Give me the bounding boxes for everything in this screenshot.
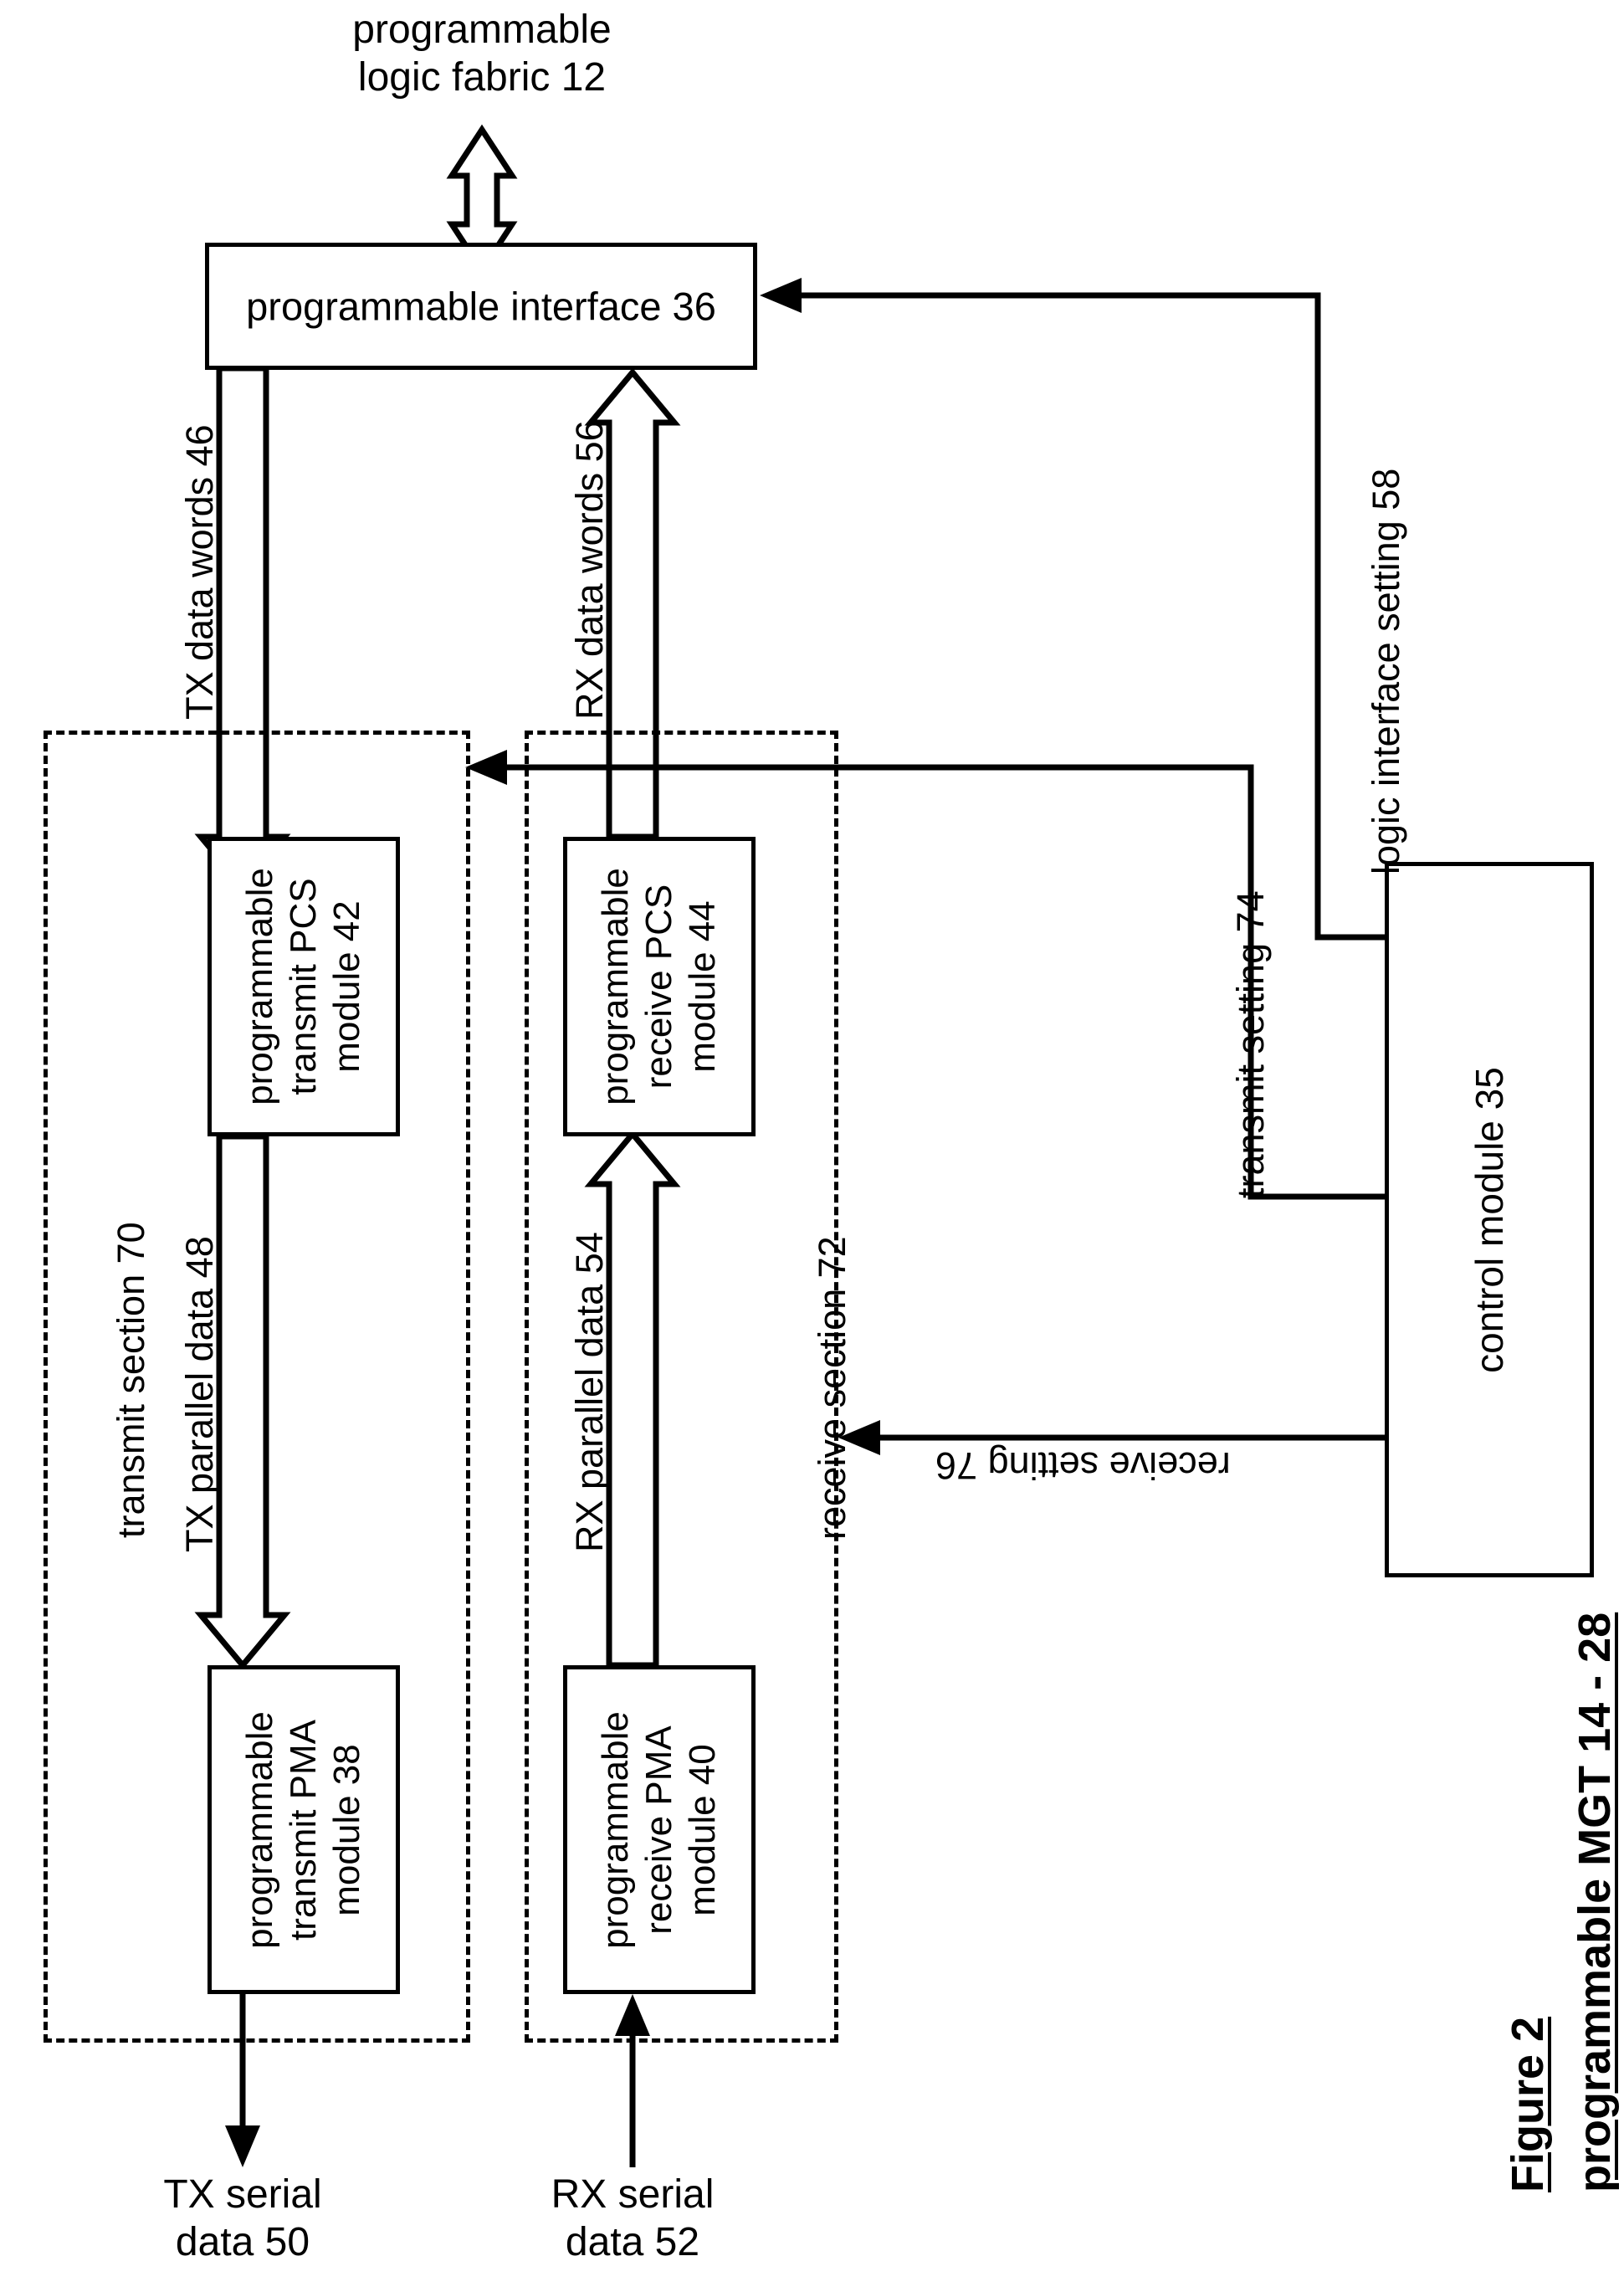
rx-data-words-label: RX data words 56 — [568, 420, 611, 720]
tx-parallel-data-label: TX parallel data 48 — [178, 1236, 221, 1552]
rx-parallel-data-label: RX parallel data 54 — [568, 1232, 611, 1552]
wire-logic-interface-setting — [782, 292, 1385, 941]
transmit-pma-box[interactable]: programmable transmit PMA module 38 — [207, 1665, 400, 1994]
tx-data-words-label: TX data words 46 — [178, 424, 221, 720]
receive-pma-label: programmable receive PMA module 40 — [595, 1710, 723, 1949]
logic-interface-setting-label: logic interface setting 58 — [1365, 468, 1407, 874]
figure-caption-line-1: Figure 2 — [1503, 2016, 1553, 2192]
transmit-setting-label: transmit setting 74 — [1229, 890, 1272, 1198]
receive-pcs-label: programmable receive PCS module 44 — [595, 868, 723, 1105]
transmit-pma-label: programmable transmit PMA module 38 — [239, 1710, 367, 1949]
receive-section-label: receive section 72 — [811, 1236, 853, 1540]
patent-figure-page: programmable interface 36 programmable t… — [0, 0, 1624, 2292]
transmit-pcs-box[interactable]: programmable transmit PCS module 42 — [207, 837, 400, 1136]
programmable-interface-label: programmable interface 36 — [246, 284, 716, 329]
figure-caption-line-2: programmable MGT 14 - 28 — [1570, 1612, 1620, 2192]
arrowhead-tx-serial-data — [225, 2125, 260, 2167]
transmit-section-label: transmit section 70 — [110, 1222, 152, 1538]
arrowhead-logic-interface-setting — [760, 278, 802, 313]
arrowhead-transmit-setting — [465, 750, 507, 785]
rx-serial-data-label: RX serial data 52 — [551, 2172, 715, 2264]
receive-pcs-box[interactable]: programmable receive PCS module 44 — [563, 837, 756, 1136]
control-module-label: control module 35 — [1467, 1066, 1511, 1373]
transmit-pcs-label: programmable transmit PCS module 42 — [239, 868, 367, 1105]
receive-pma-box[interactable]: programmable receive PMA module 40 — [563, 1665, 756, 1994]
logic-fabric-label: programmable logic fabric 12 — [352, 8, 612, 100]
receive-setting-label: receive setting 76 — [935, 1444, 1231, 1488]
control-module-box[interactable]: control module 35 — [1385, 862, 1594, 1577]
programmable-interface-box[interactable]: programmable interface 36 — [205, 243, 757, 370]
tx-serial-data-label: TX serial data 50 — [163, 2172, 322, 2264]
